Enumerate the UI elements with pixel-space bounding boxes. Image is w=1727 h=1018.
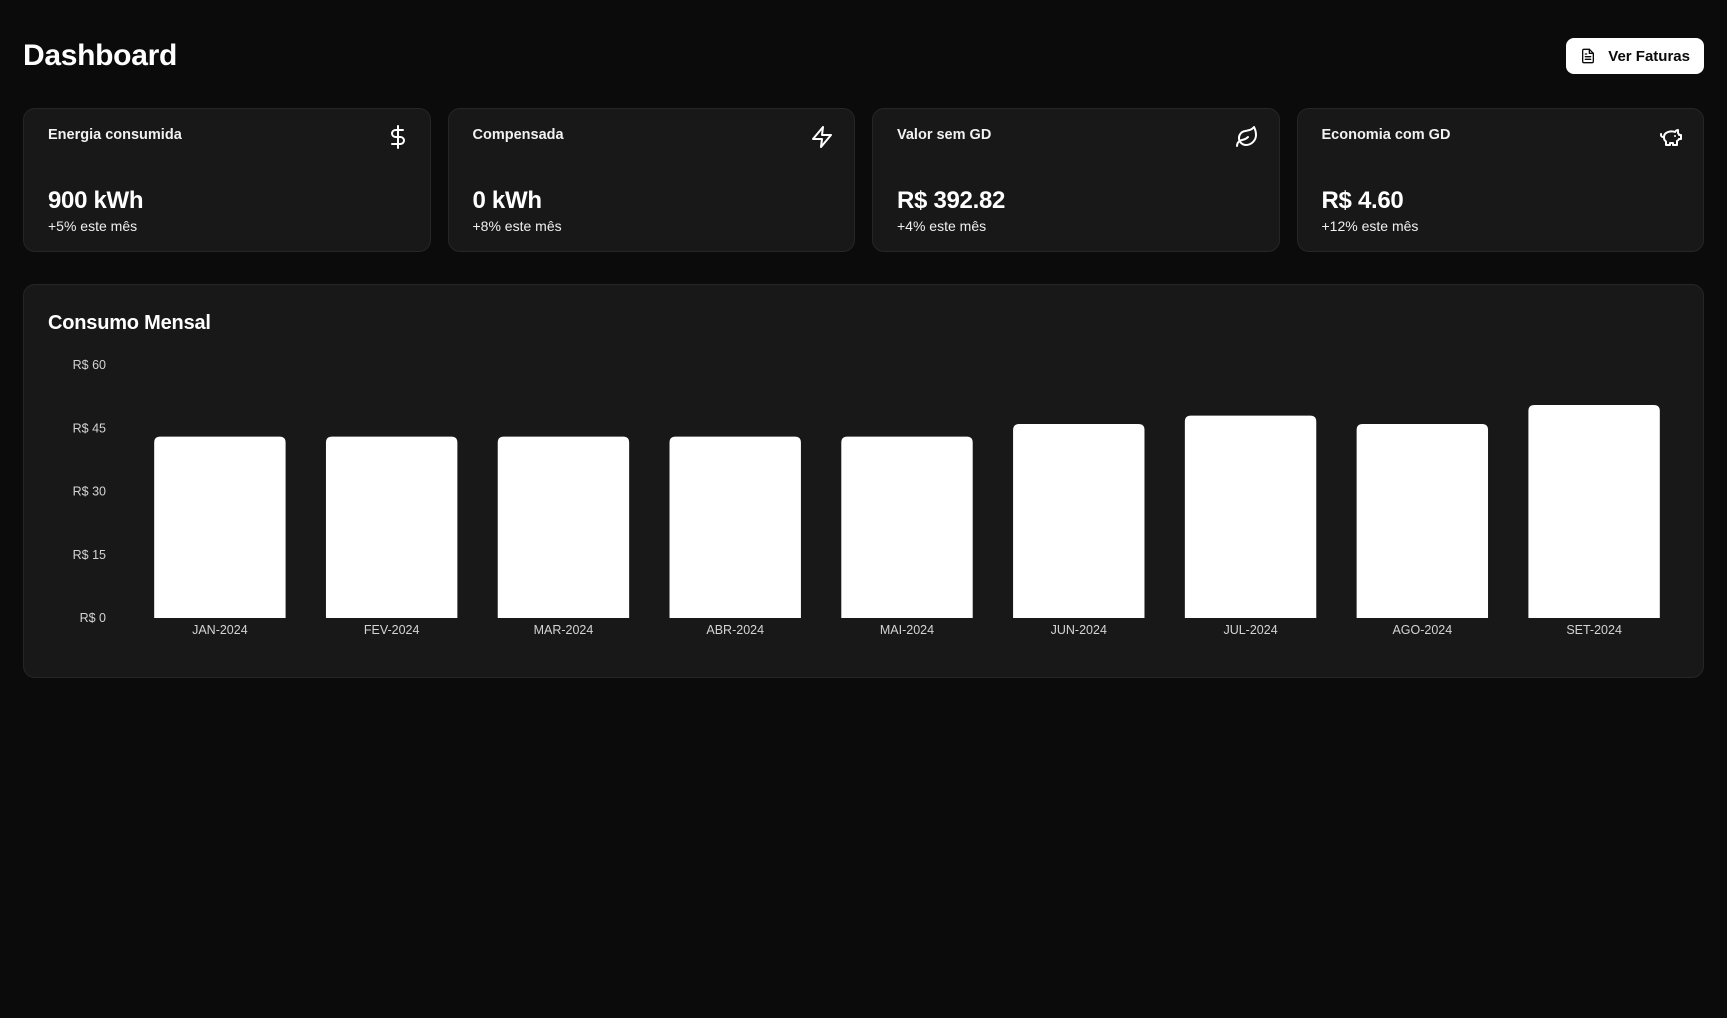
bar[interactable] (1356, 424, 1489, 618)
x-tick-label: JUL-2024 (1223, 623, 1277, 637)
x-tick-label: MAI-2024 (880, 623, 934, 637)
x-tick-label: MAR-2024 (534, 623, 594, 637)
bar-chart: R$ 0 R$ 15 R$ 30 R$ 45 R$ 60 JAN-2024 FEV-2024… (73, 358, 1660, 637)
y-tick-label: R$ 15 (73, 548, 106, 562)
file-text-icon (1580, 48, 1596, 64)
piggy-bank-icon (1659, 125, 1683, 149)
bar[interactable] (1184, 415, 1317, 618)
card-value: R$ 392.82 (897, 187, 1006, 214)
card-economia-com-gd: Economia com GD R$ 4.60 +12% este mês (1296, 108, 1704, 252)
x-tick-label: JAN-2024 (192, 623, 248, 637)
bar[interactable] (1013, 424, 1145, 618)
x-tick-label: ABR-2024 (706, 623, 764, 637)
x-tick-label: JUN-2024 (1051, 623, 1107, 637)
bar[interactable] (497, 436, 630, 618)
card-energia-consumida: Energia consumida 900 kWh +5% este mês (23, 108, 431, 252)
card-title: Energia consumida (48, 127, 182, 143)
bar[interactable] (154, 436, 286, 618)
summary-cards: Energia consumida 900 kWh +5% este mês C… (23, 108, 1704, 252)
y-tick-label: R$ 45 (73, 421, 106, 435)
card-title: Valor sem GD (897, 127, 992, 143)
consumo-mensal-panel: Consumo Mensal R$ 0 R$ 15 R$ 30 R$ 45 R$ 60 J… (23, 284, 1704, 678)
y-tick-label: R$ 30 (73, 485, 106, 499)
bar[interactable] (1528, 405, 1660, 618)
card-value: 900 kWh (48, 187, 144, 214)
card-delta: +5% este mês (48, 218, 138, 234)
card-title: Compensada (472, 127, 564, 143)
x-tick-label: AGO-2024 (1392, 623, 1452, 637)
card-value: R$ 4.60 (1321, 187, 1404, 214)
y-tick-label: R$ 60 (73, 358, 106, 372)
card-value: 0 kWh (472, 187, 542, 214)
leaf-icon (1235, 125, 1259, 149)
card-delta: +8% este mês (472, 218, 562, 234)
x-tick-label: FEV-2024 (364, 623, 420, 637)
card-delta: +12% este mês (1321, 218, 1419, 234)
page-title: Dashboard (23, 39, 177, 72)
y-tick-label: R$ 0 (80, 611, 106, 625)
card-valor-sem-gd: Valor sem GD R$ 392.82 +4% este mês (872, 108, 1280, 252)
bar[interactable] (669, 436, 801, 618)
zap-icon (810, 125, 834, 149)
ver-faturas-label: Ver Faturas (1608, 47, 1690, 65)
card-title: Economia com GD (1321, 127, 1451, 143)
bar[interactable] (841, 436, 973, 618)
ver-faturas-button[interactable]: Ver Faturas (1566, 38, 1704, 74)
bar[interactable] (325, 436, 458, 618)
card-compensada: Compensada 0 kWh +8% este mês (447, 108, 855, 252)
page-header: Dashboard Ver Faturas (23, 36, 1704, 76)
card-delta: +4% este mês (897, 218, 987, 234)
dollar-sign-icon (386, 125, 410, 149)
x-tick-label: SET-2024 (1566, 623, 1622, 637)
